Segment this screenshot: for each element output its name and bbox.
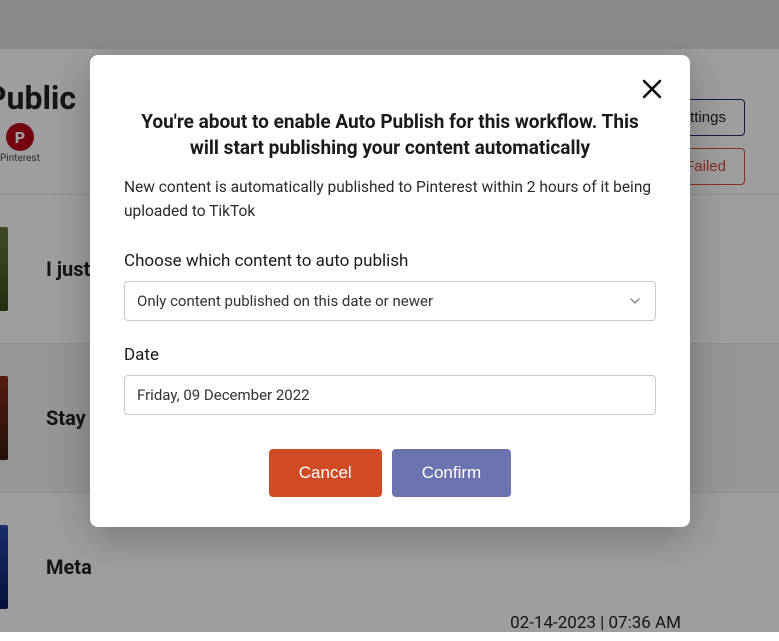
list-item-timestamp: 02-14-2023 | 07:36 AM xyxy=(510,613,681,633)
content-filter-value: Only content published on this date or n… xyxy=(137,292,433,310)
thumbnail xyxy=(0,376,8,460)
modal-description: New content is automatically published t… xyxy=(124,176,656,223)
confirm-button[interactable]: Confirm xyxy=(392,449,512,497)
auto-publish-modal: You're about to enable Auto Publish for … xyxy=(90,55,690,527)
modal-title: You're about to enable Auto Publish for … xyxy=(138,109,642,160)
content-filter-label: Choose which content to auto publish xyxy=(124,251,656,271)
list-item-title: Stay xyxy=(46,406,86,430)
list-item-title: Meta xyxy=(46,555,92,579)
list-item-title: I just xyxy=(46,257,90,281)
platform-badge-pinterest[interactable]: P Pinterest xyxy=(0,123,40,164)
date-input[interactable]: Friday, 09 December 2022 xyxy=(124,375,656,415)
thumbnail xyxy=(0,227,8,311)
platform-label: Pinterest xyxy=(0,153,40,164)
date-label: Date xyxy=(124,345,656,365)
close-icon xyxy=(640,77,664,101)
cancel-button[interactable]: Cancel xyxy=(269,449,382,497)
top-bar xyxy=(0,0,779,49)
close-button[interactable] xyxy=(640,77,664,105)
chevron-down-icon xyxy=(627,293,643,309)
content-filter-select[interactable]: Only content published on this date or n… xyxy=(124,281,656,321)
thumbnail xyxy=(0,525,8,609)
pinterest-icon: P xyxy=(6,123,34,151)
modal-actions: Cancel Confirm xyxy=(124,449,656,497)
date-value: Friday, 09 December 2022 xyxy=(137,386,310,404)
